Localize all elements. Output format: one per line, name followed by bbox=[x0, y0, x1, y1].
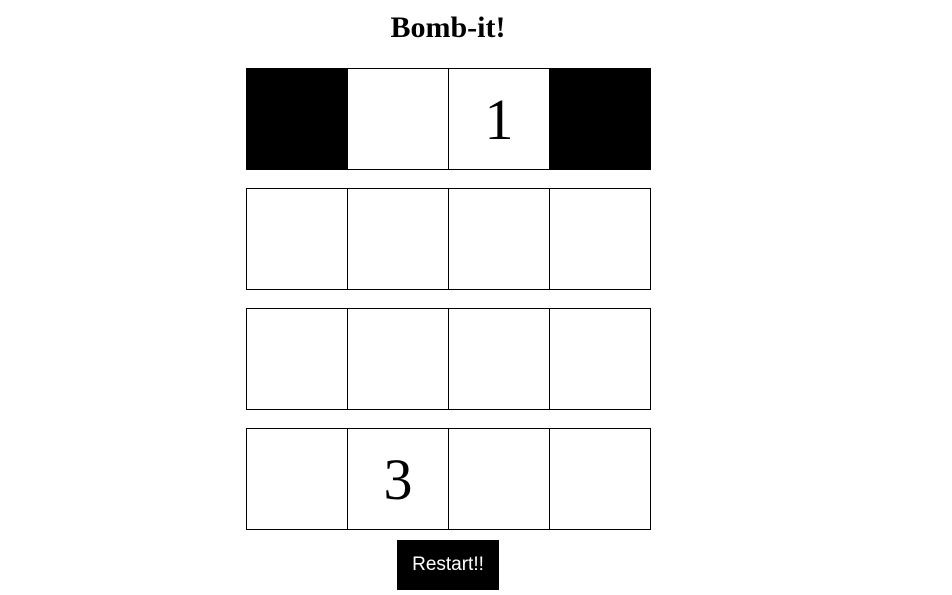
board-row-2 bbox=[246, 188, 654, 290]
board-row-3 bbox=[246, 308, 654, 410]
cell-r1-c1[interactable] bbox=[246, 68, 348, 170]
cell-r3-c1[interactable] bbox=[246, 308, 348, 410]
cell-r4-c1[interactable] bbox=[246, 428, 348, 530]
cell-r2-c1[interactable] bbox=[246, 188, 348, 290]
board-row-1: 1 bbox=[246, 68, 654, 170]
board-row-4: 3 bbox=[246, 428, 654, 530]
game-board: 1 3 bbox=[246, 68, 654, 530]
cell-r1-c2[interactable] bbox=[347, 68, 449, 170]
cell-r4-c3[interactable] bbox=[448, 428, 550, 530]
cell-r3-c3[interactable] bbox=[448, 308, 550, 410]
cell-r4-c2[interactable]: 3 bbox=[347, 428, 449, 530]
restart-button[interactable]: Restart!! bbox=[397, 540, 499, 590]
cell-r2-c4[interactable] bbox=[549, 188, 651, 290]
cell-r3-c2[interactable] bbox=[347, 308, 449, 410]
cell-r3-c4[interactable] bbox=[549, 308, 651, 410]
cell-r2-c2[interactable] bbox=[347, 188, 449, 290]
cell-r4-c4[interactable] bbox=[549, 428, 651, 530]
cell-r1-c3[interactable]: 1 bbox=[448, 68, 550, 170]
cell-r2-c3[interactable] bbox=[448, 188, 550, 290]
cell-r1-c4[interactable] bbox=[549, 68, 651, 170]
game-title: Bomb-it! bbox=[390, 11, 506, 44]
